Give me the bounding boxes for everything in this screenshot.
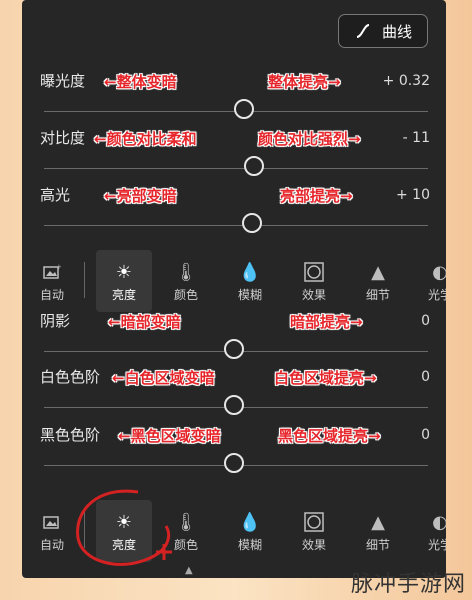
- annotation-right: 整体提亮→: [268, 72, 341, 91]
- tool-optics[interactable]: ◐ 光学: [412, 250, 446, 312]
- slider-knob[interactable]: [242, 213, 262, 233]
- slider-label: 高光: [40, 186, 71, 204]
- tool-label: 自动: [39, 288, 64, 302]
- tool-detail[interactable]: ▲ 细节: [350, 500, 406, 562]
- slider-contrast: 对比度 ←颜色对比柔和 颜色对比强烈→ - 11: [22, 127, 446, 187]
- tool-label: 亮度: [111, 288, 136, 302]
- curve-button-label: 曲线: [381, 22, 412, 41]
- tool-label: 光学: [427, 538, 446, 552]
- tool-label: 效果: [301, 538, 326, 552]
- slider-value: 0: [421, 369, 430, 385]
- annotation-left: ←白色区域变暗: [112, 368, 215, 387]
- tool-label: 效果: [301, 288, 326, 302]
- tool-label: 模糊: [237, 288, 262, 302]
- curve-icon: [356, 24, 370, 38]
- svg-text:+: +: [56, 264, 61, 271]
- slider-label: 白色色阶: [40, 368, 101, 386]
- curve-button[interactable]: 曲线: [338, 14, 428, 48]
- slider-label: 对比度: [40, 129, 86, 147]
- watermark: 脉冲手游网: [350, 572, 466, 597]
- triangle-icon: ▲: [371, 511, 385, 533]
- vignette-icon: [304, 508, 324, 536]
- slider-shadows: 阴影 ←暗部变暗 暗部提亮→ 0: [22, 310, 446, 370]
- lens-icon: ◐: [432, 261, 446, 283]
- slider-knob[interactable]: [224, 453, 244, 473]
- annotation-right: 暗部提亮→: [290, 312, 363, 331]
- slider-label: 曝光度: [40, 72, 86, 90]
- slider-value: - 11: [402, 130, 430, 146]
- triangle-icon: ▲: [371, 261, 385, 283]
- slider-value: + 10: [396, 187, 430, 203]
- slider-label: 阴影: [40, 312, 71, 330]
- tool-label: 颜色: [173, 288, 198, 302]
- slider-value: 0: [421, 427, 430, 443]
- drop-icon: 💧: [238, 261, 262, 283]
- slider-value: + 0.32: [382, 73, 430, 89]
- slider-knob[interactable]: [234, 99, 254, 119]
- tool-brightness[interactable]: ☀ 亮度: [96, 250, 152, 312]
- toolbar-divider: [84, 262, 85, 298]
- tool-label: 自动: [39, 538, 64, 552]
- auto-image-icon: +: [43, 258, 61, 286]
- scroll-indicator[interactable]: ▲: [185, 565, 193, 576]
- drop-icon: 💧: [238, 511, 262, 533]
- slider-label: 黑色色阶: [40, 426, 101, 444]
- slider-whites: 白色色阶 ←白色区域变暗 白色区域提亮→ 0: [22, 366, 446, 426]
- slider-blacks: 黑色色阶 ←黑色区域变暗 黑色区域提亮→ 0: [22, 424, 446, 484]
- adjust-toolbar: + 自动 ☀ 亮度 🌡 颜色 💧 模糊 效果 ▲ 细节 ◐ 光学: [22, 250, 446, 312]
- adjust-toolbar-bottom: 自动 ☀ 亮度 🌡 颜色 💧 模糊 效果 ▲ 细节 ◐ 光学: [22, 489, 446, 566]
- annotation-left: ←亮部变暗: [104, 186, 177, 205]
- annotation-left: ←颜色对比柔和: [94, 129, 197, 148]
- tool-label: 模糊: [237, 538, 262, 552]
- slider-knob[interactable]: [224, 395, 244, 415]
- thermometer-icon: 🌡: [174, 261, 198, 283]
- vignette-icon: [304, 258, 324, 286]
- edit-panel: 曲线 曝光度 ←整体变暗 整体提亮→ + 0.32 对比度 ←颜色对比柔和 颜色…: [22, 0, 446, 578]
- tool-effects[interactable]: 效果: [286, 500, 342, 562]
- tool-blur[interactable]: 💧 模糊: [222, 250, 278, 312]
- annotation-left: ←整体变暗: [104, 72, 177, 91]
- tool-color[interactable]: 🌡 颜色: [158, 250, 214, 312]
- slider-track[interactable]: [44, 168, 428, 169]
- lens-icon: ◐: [432, 511, 446, 533]
- slider-track[interactable]: [44, 225, 428, 226]
- tool-detail[interactable]: ▲ 细节: [350, 250, 406, 312]
- slider-exposure: 曝光度 ←整体变暗 整体提亮→ + 0.32: [22, 70, 446, 130]
- sun-icon: ☀: [115, 261, 133, 283]
- annotation-right: 颜色对比强烈→: [258, 129, 361, 148]
- annotation-right: 白色区域提亮→: [274, 368, 377, 387]
- slider-knob[interactable]: [224, 339, 244, 359]
- tool-blur[interactable]: 💧 模糊: [222, 500, 278, 562]
- tool-optics[interactable]: ◐ 光学: [412, 500, 446, 562]
- tool-label: 光学: [427, 288, 446, 302]
- annotation-left: ←暗部变暗: [108, 312, 181, 331]
- tool-effects[interactable]: 效果: [286, 250, 342, 312]
- slider-highlights: 高光 ←亮部变暗 亮部提亮→ + 10: [22, 184, 446, 244]
- highlight-circle: [76, 489, 172, 566]
- slider-knob[interactable]: [244, 156, 264, 176]
- tool-label: 细节: [365, 288, 390, 302]
- slider-value: 0: [421, 313, 430, 329]
- annotation-left: ←黑色区域变暗: [118, 426, 221, 445]
- auto-image-icon: [43, 508, 61, 536]
- tool-label: 细节: [365, 538, 390, 552]
- tool-auto[interactable]: + 自动: [24, 250, 80, 312]
- annotation-right: 黑色区域提亮→: [278, 426, 381, 445]
- annotation-right: 亮部提亮→: [280, 186, 353, 205]
